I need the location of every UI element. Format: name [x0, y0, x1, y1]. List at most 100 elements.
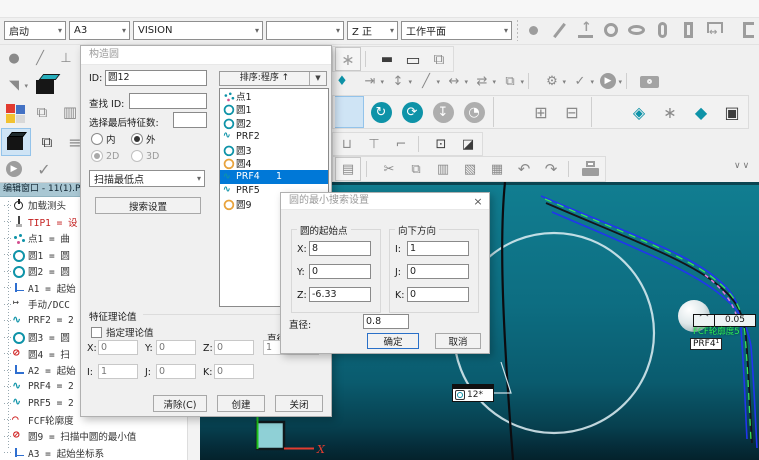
view-orient-icon[interactable]: ◥ — [2, 74, 26, 96]
window-copy-icon[interactable]: ⧉ — [30, 101, 54, 123]
dir-j-field[interactable]: 0 — [407, 264, 469, 279]
active-tool-icon[interactable] — [335, 96, 364, 128]
list-item-circle2[interactable]: 圆2 — [220, 116, 328, 130]
marquee-select-icon[interactable]: ▧ — [458, 158, 482, 180]
fixture-icon[interactable]: ⊔ — [335, 133, 359, 155]
find-id-field[interactable] — [129, 93, 207, 109]
workplane-combo[interactable]: 工作平面▾ — [401, 21, 512, 40]
outer-radio[interactable]: 外 — [131, 132, 156, 146]
special-point-icon[interactable]: ∗ — [335, 47, 361, 71]
camera-icon[interactable] — [638, 70, 662, 92]
point-small-icon[interactable]: ● — [2, 47, 26, 69]
clear-button[interactable]: 清除(C) — [153, 395, 207, 412]
diameter-field[interactable]: 0.8 — [363, 314, 409, 329]
perpendicular-feature-icon[interactable] — [573, 19, 597, 41]
transform-tool-icon[interactable]: ⇄ — [470, 70, 494, 92]
paste-icon[interactable]: ▥ — [431, 158, 455, 180]
fcf-frame[interactable]: ⌒ 0.05 — [693, 314, 756, 327]
id-field[interactable]: 圆12 — [105, 70, 207, 86]
rotate-view-icon[interactable]: ↻ — [367, 97, 395, 127]
print-icon[interactable] — [579, 158, 603, 180]
2d-radio[interactable]: 2D — [91, 150, 119, 162]
move-vertical-icon[interactable]: ↕ — [386, 70, 410, 92]
dir-k-field[interactable]: 0 — [407, 287, 469, 302]
distance-tool-icon[interactable]: ↔ — [442, 70, 466, 92]
theo-z-field[interactable]: 0 — [214, 340, 254, 355]
clipboard-add-icon[interactable]: ⊞ — [527, 97, 555, 127]
ok-button[interactable]: 确定 — [367, 333, 419, 349]
close-icon[interactable]: × — [470, 195, 486, 209]
method-combo[interactable]: 扫描最低点 ▾ — [89, 170, 205, 187]
path-settings-icon[interactable]: ⚙ — [540, 70, 564, 92]
cancel-button[interactable]: 取消 — [435, 333, 481, 349]
probe-mount-icon[interactable]: ⊤ — [362, 133, 386, 155]
theo-y-field[interactable]: 0 — [156, 340, 196, 355]
create-button[interactable]: 创建 — [217, 395, 265, 412]
probe-angle-icon[interactable]: ⌐ — [389, 133, 413, 155]
width-feature-icon[interactable] — [703, 19, 727, 41]
cad-cube-icon[interactable] — [31, 71, 63, 99]
start-z-field[interactable]: -6.33 — [309, 287, 371, 302]
square-slot-feature-icon[interactable] — [677, 19, 701, 41]
startup-combo[interactable]: 启动▾ — [4, 21, 66, 40]
tip-combo[interactable]: ▾ — [266, 21, 344, 40]
solid-view-icon[interactable] — [1, 128, 31, 156]
tree-item-circle9[interactable]: 圆9 = 扫描中圆的最小值 — [0, 428, 188, 445]
probe-combo[interactable]: VISION▾ — [133, 21, 263, 40]
dir-i-field[interactable]: 1 — [407, 241, 469, 256]
line-tool-icon[interactable]: ╱ — [414, 70, 438, 92]
start-x-field[interactable]: 8 — [309, 241, 371, 256]
grid-clipboard-icon[interactable]: ▦ — [485, 158, 509, 180]
list-item-point1[interactable]: 点1 — [220, 89, 328, 103]
point-feature-icon[interactable] — [521, 19, 545, 41]
execute-icon[interactable]: ▶ — [596, 70, 620, 92]
protractor-icon[interactable]: ◔ — [460, 97, 488, 127]
sort-button[interactable]: 排序:程序 ↑ ▼ — [219, 71, 327, 86]
3d-radio[interactable]: 3D — [131, 150, 159, 162]
tree-item-a3[interactable]: A3 = 起始坐标系 — [0, 445, 188, 460]
report-form-icon[interactable]: ▤ — [335, 157, 361, 181]
copy-icon[interactable]: ⧉ — [404, 158, 428, 180]
theo-k-field[interactable]: 0 — [214, 364, 254, 379]
circle-feature-icon[interactable] — [599, 19, 623, 41]
cube-highlight-icon[interactable]: ◈ — [625, 97, 653, 127]
search-settings-button[interactable]: 搜索设置 — [95, 197, 201, 214]
zplus-combo[interactable]: Z 正▾ — [347, 21, 398, 40]
sort-dropdown-icon[interactable]: ▼ — [309, 72, 326, 85]
collision-check-icon[interactable]: ∗ — [656, 97, 684, 127]
redo-icon[interactable]: ↷ — [539, 158, 563, 180]
perp-small-icon[interactable]: ⊥ — [54, 47, 78, 69]
list-item-prf2[interactable]: PRF2 — [220, 130, 328, 144]
verify-icon[interactable]: ✓ — [568, 70, 592, 92]
check-program-icon[interactable]: ✓ — [32, 158, 56, 180]
probe-down-icon[interactable]: ↧ — [429, 97, 457, 127]
undo-icon[interactable]: ↶ — [512, 158, 536, 180]
list-item-prf4[interactable]: PRF4 1 — [220, 170, 328, 184]
orbit-view-icon[interactable]: ⟳ — [398, 97, 426, 127]
alignment-combo[interactable]: A3▾ — [69, 21, 130, 40]
line-feature-icon[interactable] — [547, 19, 571, 41]
close-button[interactable]: 关闭 — [275, 395, 323, 412]
feature-insert-icon[interactable]: ⇥ — [358, 70, 382, 92]
line-small-icon[interactable]: ╱ — [28, 47, 52, 69]
specify-theoretical-checkbox[interactable]: 指定理论值 — [91, 325, 154, 339]
protect-doc-icon[interactable]: ⊡ — [429, 133, 453, 155]
clipboard-send-icon[interactable]: ⊟ — [558, 97, 586, 127]
prf4-tag[interactable]: PRF4¹ — [690, 339, 722, 350]
list-item-circle3[interactable]: 圆3 — [220, 143, 328, 157]
profile-line-icon[interactable]: ▬ — [375, 48, 399, 70]
cube-pair-icon[interactable]: ⧉ — [35, 131, 59, 153]
window-grid-icon[interactable]: ▥ — [58, 101, 82, 123]
list-item-circle1[interactable]: 圆1 — [220, 103, 328, 117]
start-y-field[interactable]: 0 — [309, 264, 371, 279]
list-item-circle4[interactable]: 圆4 — [220, 157, 328, 171]
ellipse-feature-icon[interactable] — [625, 19, 649, 41]
profile-rect-icon[interactable]: ▭ — [401, 48, 425, 70]
cube-snapshot-icon[interactable]: ▣ — [718, 97, 746, 127]
cube-settings-icon[interactable]: ◆ — [687, 97, 715, 127]
protect-cube-icon[interactable]: ◪ — [456, 133, 480, 155]
run-program-icon[interactable]: ▶ — [2, 158, 26, 180]
pattern-copy-icon[interactable]: ⧉ — [498, 70, 522, 92]
toolbar-overflow-icon[interactable]: ∨∨ — [734, 161, 751, 171]
partial-feature-icon[interactable] — [729, 19, 753, 41]
